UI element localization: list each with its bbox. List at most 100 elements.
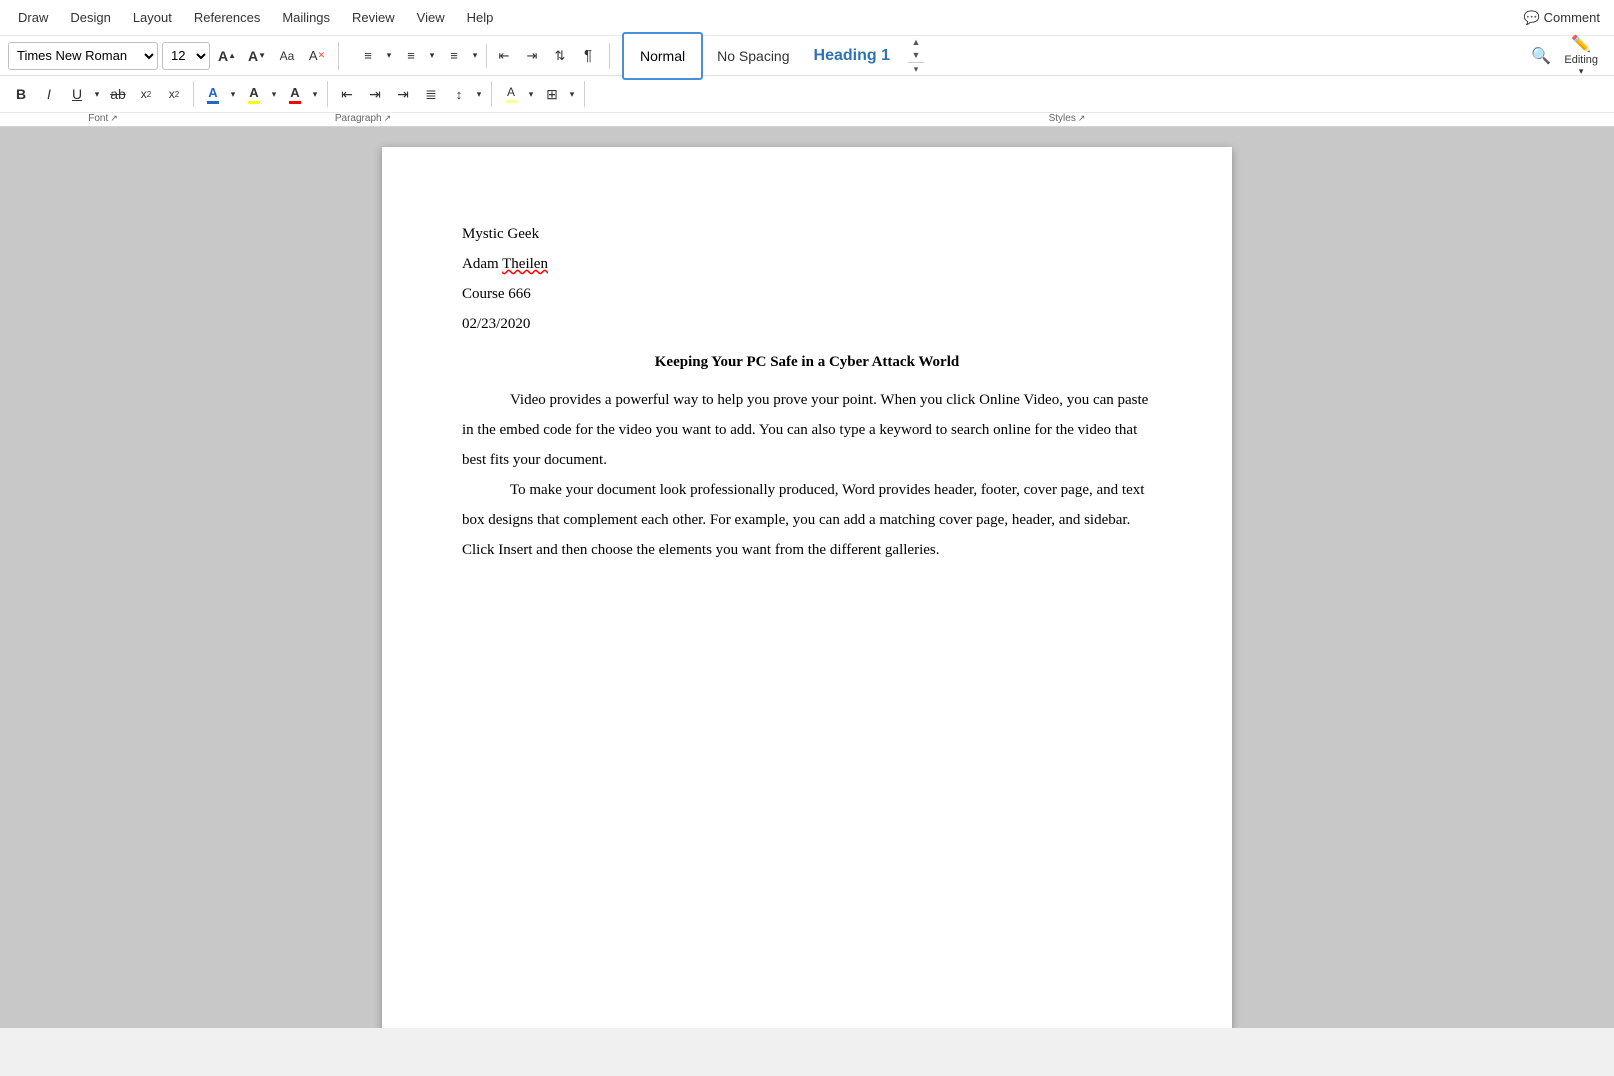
underline-button[interactable]: U <box>64 81 90 107</box>
line-spacing-dropdown[interactable]: ▾ <box>473 81 485 107</box>
search-icon: 🔍 <box>1531 46 1551 66</box>
doc-line-4: 02/23/2020 <box>462 309 1152 339</box>
para-group-label[interactable]: Paragraph ↗ <box>198 113 528 124</box>
styles-group-label[interactable]: Styles ↗ <box>528 113 1606 124</box>
underline-dropdown[interactable]: ▾ <box>91 81 103 107</box>
shading-bar <box>505 100 517 103</box>
text-color-dropdown[interactable]: ▾ <box>309 81 321 107</box>
menu-item-mailings[interactable]: Mailings <box>272 6 340 29</box>
document-area: Mystic Geek Adam Theilen Course 666 02/2… <box>0 127 1614 1028</box>
highlight-bar <box>248 101 260 104</box>
subscript-button[interactable]: x2 <box>133 81 159 107</box>
multilevel-button[interactable]: ≡ <box>441 43 467 69</box>
group-labels: Font ↗ Paragraph ↗ Styles ↗ <box>0 112 1614 126</box>
font-size-select[interactable]: 12 <box>162 42 210 70</box>
doc-title: Keeping Your PC Safe in a Cyber Attack W… <box>462 347 1152 377</box>
borders-group: ⊞ ▾ <box>539 81 578 107</box>
toolbar-row1: Times New Roman 12 A▲ A▼ Aa A✕ ≡ ▾ ≡ ▾ ≡… <box>0 36 1614 76</box>
editing-icon: ✏️ <box>1571 34 1591 54</box>
font-color-button[interactable]: A <box>200 81 226 107</box>
align-right-button[interactable]: ⇥ <box>390 81 416 107</box>
bullets-group: ≡ ▾ <box>355 43 396 69</box>
font-name-select[interactable]: Times New Roman <box>8 42 158 70</box>
show-para-button[interactable]: ¶ <box>575 43 601 69</box>
shading-group: A ▾ <box>498 81 537 107</box>
menu-item-help[interactable]: Help <box>457 6 504 29</box>
font-dialog-icon: ↗ <box>110 113 118 124</box>
styles-scroll-up[interactable]: ▲ <box>908 36 924 48</box>
para-separator-1 <box>486 44 487 68</box>
menu-item-review[interactable]: Review <box>342 6 405 29</box>
align-left-button[interactable]: ⇤ <box>334 81 360 107</box>
shading-dropdown[interactable]: ▾ <box>525 81 537 107</box>
doc-line-2-spellcheck: Theilen <box>502 256 548 272</box>
document-page[interactable]: Mystic Geek Adam Theilen Course 666 02/2… <box>382 147 1232 1028</box>
doc-para-2: To make your document look professionall… <box>462 475 1152 565</box>
bullets-dropdown[interactable]: ▾ <box>382 43 396 69</box>
strikethrough-button[interactable]: ab <box>105 81 131 107</box>
comment-icon: 💬 <box>1523 10 1539 26</box>
styles-scroll-down[interactable]: ▼ <box>908 49 924 61</box>
increase-font-button[interactable]: A▲ <box>214 43 240 69</box>
menu-item-references[interactable]: References <box>184 6 270 29</box>
search-button[interactable]: 🔍 <box>1526 41 1556 71</box>
bullets-button[interactable]: ≡ <box>355 43 381 69</box>
para-dialog-icon: ↗ <box>384 113 392 124</box>
decrease-font-button[interactable]: A▼ <box>244 43 270 69</box>
para-group: ≡ ▾ ≡ ▾ ≡ ▾ ⇤ ⇥ ⇅ ¶ <box>347 43 610 69</box>
doc-line-3: Course 666 <box>462 279 1152 309</box>
text-color-button[interactable]: A <box>282 81 308 107</box>
font-color-group: A ▾ <box>200 81 239 107</box>
format-group-2: A ▾ A ▾ A ▾ <box>200 81 328 107</box>
increase-indent-button[interactable]: ⇥ <box>519 43 545 69</box>
multilevel-dropdown[interactable]: ▾ <box>468 43 482 69</box>
editing-group[interactable]: ✏️ Editing ▾ <box>1564 34 1598 77</box>
menu-item-draw[interactable]: Draw <box>8 6 58 29</box>
comment-button[interactable]: 💬 Comment <box>1517 8 1606 28</box>
font-group-label[interactable]: Font ↗ <box>8 113 198 124</box>
numbering-button[interactable]: ≡ <box>398 43 424 69</box>
line-spacing-button[interactable]: ↕ <box>446 81 472 107</box>
menu-items: DrawDesignLayoutReferencesMailingsReview… <box>8 6 503 29</box>
italic-button[interactable]: I <box>36 81 62 107</box>
borders-button[interactable]: ⊞ <box>539 81 565 107</box>
highlight-button[interactable]: A <box>241 81 267 107</box>
decrease-indent-button[interactable]: ⇤ <box>491 43 517 69</box>
style-heading1[interactable]: Heading 1 <box>804 32 900 80</box>
highlight-group: A ▾ <box>241 81 280 107</box>
sort-button[interactable]: ⇅ <box>547 43 573 69</box>
format-para-group: ⇤ ⇥ ⇥ ≣ ↕ ▾ <box>334 81 492 107</box>
styles-dialog-icon: ↗ <box>1078 113 1086 124</box>
format-shade-group: A ▾ ⊞ ▾ <box>498 81 585 107</box>
borders-dropdown[interactable]: ▾ <box>566 81 578 107</box>
shading-button[interactable]: A <box>498 81 524 107</box>
styles-expand-button[interactable]: ▾ <box>908 62 924 76</box>
numbering-dropdown[interactable]: ▾ <box>425 43 439 69</box>
menu-item-design[interactable]: Design <box>60 6 120 29</box>
highlight-dropdown[interactable]: ▾ <box>268 81 280 107</box>
clear-format-button[interactable]: A✕ <box>304 43 330 69</box>
font-color-bar <box>207 101 219 104</box>
comment-label: Comment <box>1544 10 1600 25</box>
superscript-button[interactable]: x2 <box>161 81 187 107</box>
align-center-button[interactable]: ⇥ <box>362 81 388 107</box>
line-spacing-group: ↕ ▾ <box>446 81 485 107</box>
numbering-group: ≡ ▾ <box>398 43 439 69</box>
ribbon: DrawDesignLayoutReferencesMailingsReview… <box>0 0 1614 127</box>
font-color-dropdown[interactable]: ▾ <box>227 81 239 107</box>
multilevel-group: ≡ ▾ <box>441 43 482 69</box>
editing-dropdown-icon: ▾ <box>1579 66 1584 77</box>
style-no-spacing[interactable]: No Spacing <box>707 32 799 80</box>
style-normal[interactable]: Normal <box>622 32 703 80</box>
toolbar-row2: B I U ▾ ab x2 x2 A ▾ A <box>0 76 1614 112</box>
font-group: Times New Roman 12 A▲ A▼ Aa A✕ <box>8 42 339 70</box>
text-color-bar <box>289 101 301 104</box>
change-case-button[interactable]: Aa <box>274 43 300 69</box>
bold-button[interactable]: B <box>8 81 34 107</box>
doc-line-2: Adam Theilen <box>462 249 1152 279</box>
styles-group: Normal No Spacing Heading 1 ▲ ▼ ▾ <box>614 32 1522 80</box>
styles-scroll: ▲ ▼ ▾ <box>908 36 924 76</box>
menu-item-view[interactable]: View <box>407 6 455 29</box>
justify-button[interactable]: ≣ <box>418 81 444 107</box>
menu-item-layout[interactable]: Layout <box>123 6 182 29</box>
